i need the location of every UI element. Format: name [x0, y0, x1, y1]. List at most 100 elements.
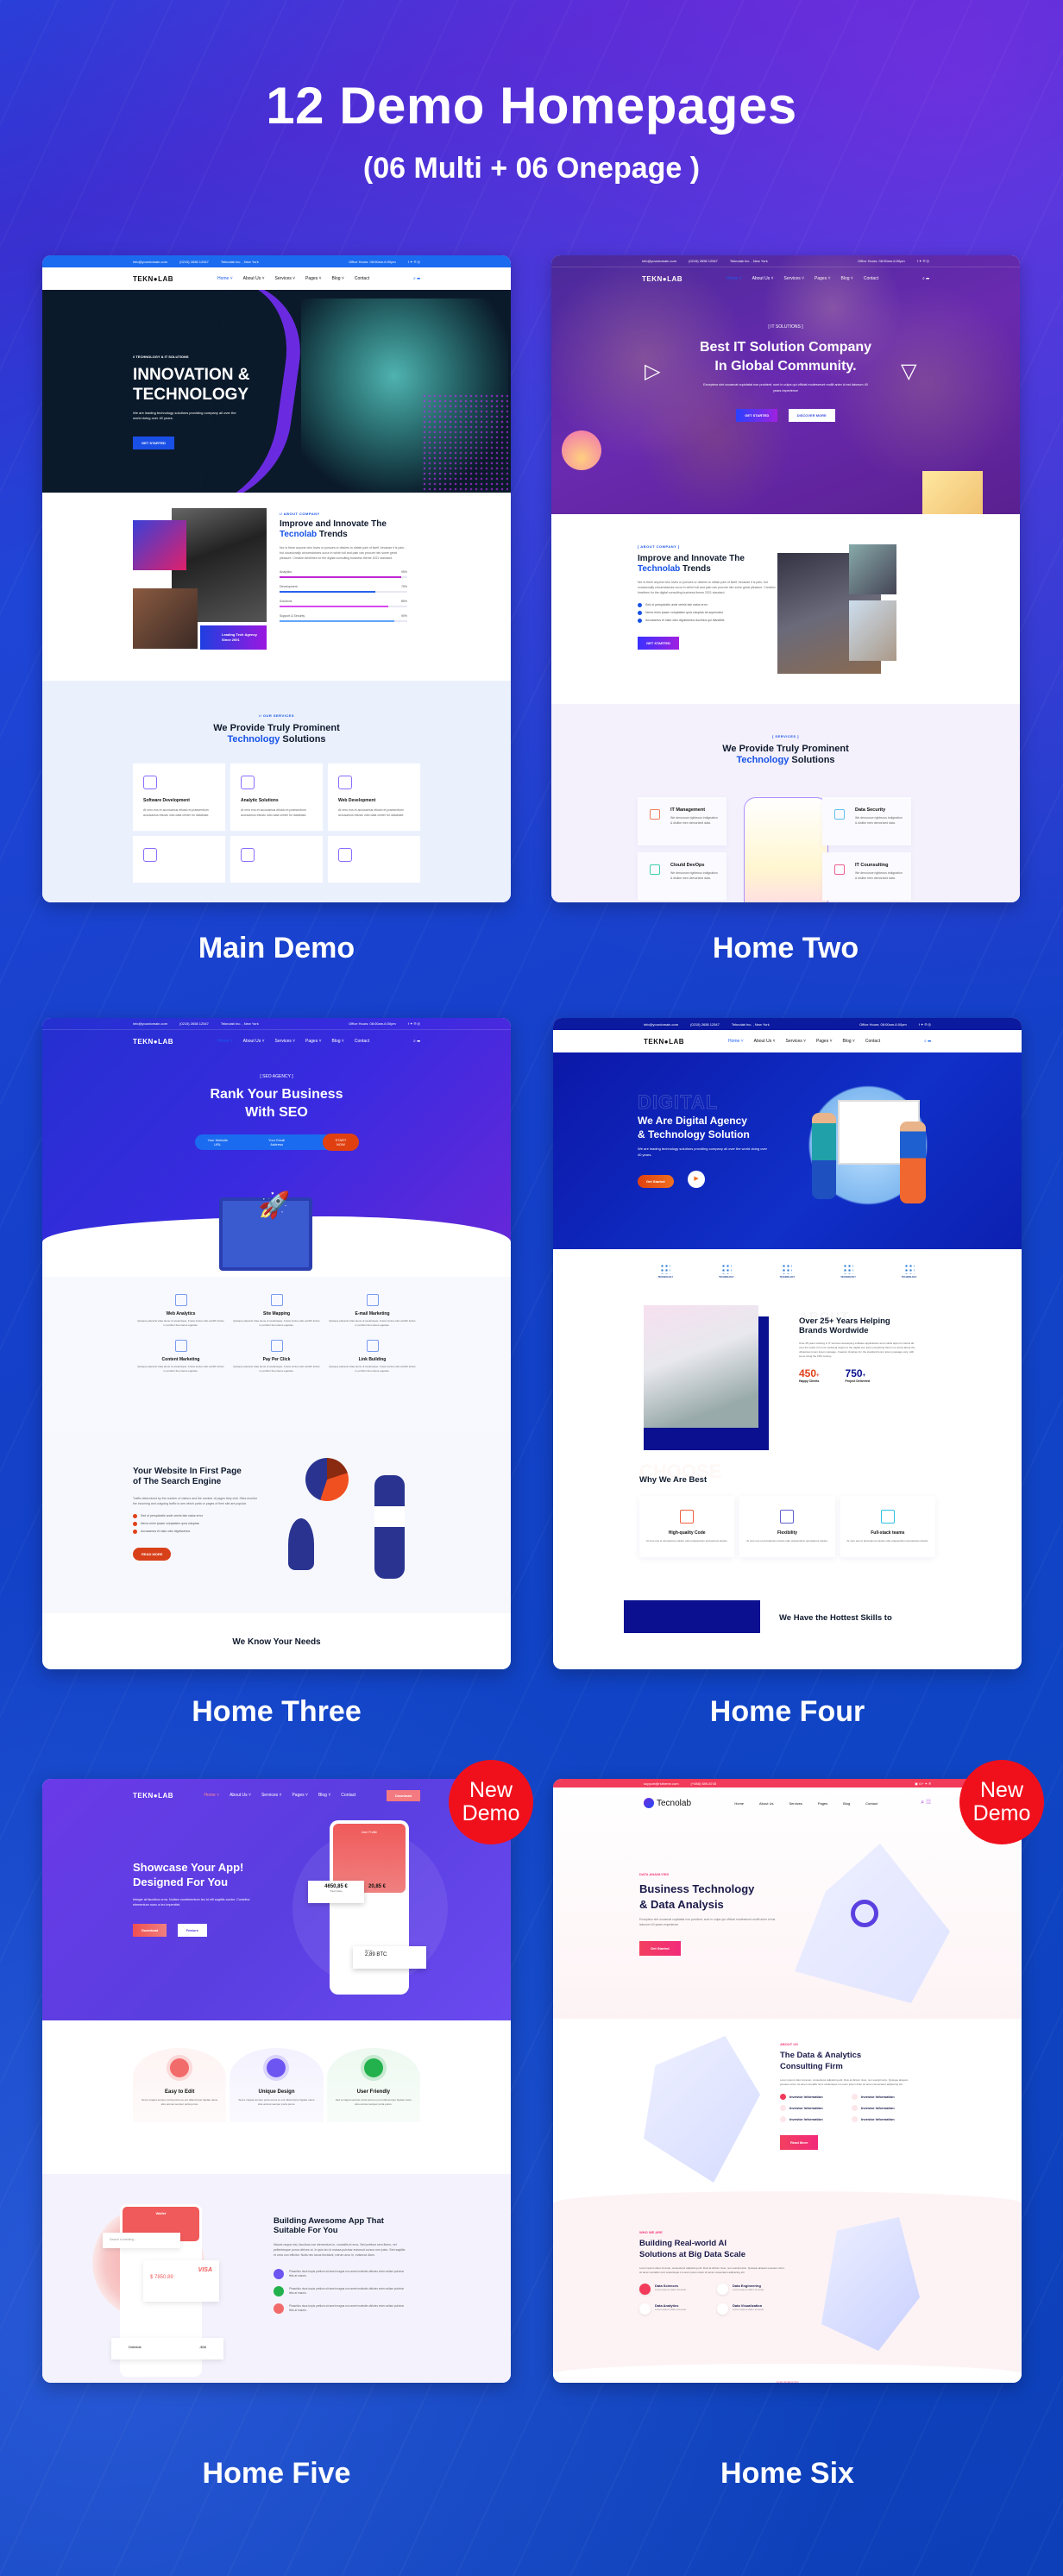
hero-eyebrow: // TECHNOLOGY & IT SOLUTIONS [133, 355, 189, 359]
nav-contact[interactable]: Contact [355, 276, 369, 281]
demo-label-main[interactable]: Main Demo [42, 932, 511, 965]
why-card[interactable]: Flexibility At vero eos et accusamus etiu… [739, 1495, 835, 1558]
check-icon [133, 1521, 137, 1526]
stat-number: 450 [799, 1367, 817, 1380]
service-card[interactable]: Web Development At vero eos et accusamus … [328, 763, 420, 832]
service-card[interactable] [230, 836, 323, 883]
feature-text: Quisque placerat vitae lacus ut sceleris… [329, 1319, 416, 1328]
service-icon [650, 864, 660, 875]
feature-text: Quisque placerat vitae lacus ut sceleris… [233, 1319, 320, 1328]
check-item: Sed ut perspiciatis unde omnis iste natu… [638, 602, 776, 607]
demo-card-home-two[interactable]: info@yourdomain.com(0215) 2658 12547Tekn… [551, 255, 1020, 902]
why-card[interactable]: Full-stack teams At vero eos et accusamus… [840, 1495, 935, 1558]
feature-button[interactable]: Feature [177, 1923, 208, 1937]
feature-text: Quisque placerat vitae lacus ut sceleris… [137, 1319, 224, 1328]
demo-label-home-six[interactable]: Home Six [553, 2457, 1022, 2491]
features-section: Easy to Edit Sed a magna semper porta pur… [42, 2020, 511, 2174]
download-nav-button[interactable]: Download [386, 1789, 420, 1801]
email-input[interactable]: Your Email Address [263, 1138, 290, 1147]
service-card[interactable]: Clould DevOps We denounce righteous indig… [638, 852, 726, 901]
why-icon [880, 1509, 895, 1524]
hero-section: info@yourdomain.com(0215) 2658 12547Tekn… [42, 1018, 511, 1277]
skill-value: 95% [400, 569, 407, 574]
feature-card[interactable]: Easy to Edit Sed a magna semper porta pur… [133, 2048, 227, 2123]
get-started-button[interactable]: GET STARTED [133, 437, 174, 450]
demo-card-home-four[interactable]: info@yourdomain.com (0215) 2658 12547 Tekn… [553, 1018, 1022, 1669]
play-video-button[interactable]: ▶ [688, 1170, 706, 1188]
feature-item[interactable]: Web Analytics Quisque placerat vitae lacu… [137, 1294, 224, 1328]
hero-section: Tecnolab Home About Us Services Pages Blog Co… [553, 1787, 1022, 2019]
nav-blog[interactable]: Blog ˅ [332, 276, 344, 281]
get-started-button[interactable]: Get Started [639, 1941, 681, 1957]
service-card[interactable]: Software Development At vero eos et accus… [133, 763, 225, 832]
nav-home[interactable]: Home ˅ [217, 276, 233, 281]
nav-about[interactable]: About Us ˅ [243, 276, 265, 281]
service-card[interactable]: Data Security We denounce righteous indig… [822, 797, 911, 845]
hero-text: Excepteur sint occaecat cupidatat non pr… [703, 383, 868, 393]
wallet-search-input[interactable]: Search something... [103, 2233, 180, 2248]
demo-card-home-five[interactable]: TEKN●LAB Home ˅ About Us ˅ Services ˅ Pages… [42, 1779, 511, 2383]
stat-suffix: + [816, 1373, 820, 1379]
check-text: Investor Information [789, 2105, 823, 2110]
feature-card[interactable]: User Friendly Sed a magna semper porta pu… [326, 2048, 420, 2123]
feature-item[interactable]: Content Marketing Quisque placerat vitae … [137, 1340, 224, 1373]
start-now-button[interactable]: START NOW [323, 1133, 359, 1151]
search-icon[interactable]: ⌕ ☰ [924, 1039, 931, 1044]
feature-item[interactable]: E-mail Marketing Quisque placerat vitae l… [329, 1294, 416, 1328]
service-card[interactable]: IT Management We denounce righteous indig… [638, 797, 726, 845]
read-more-button[interactable]: READ MORE [133, 1547, 172, 1561]
search-grid-icon[interactable]: ⌕ ⁞⁞⁞ [921, 1800, 931, 1806]
get-started-button[interactable]: Get Started [638, 1175, 674, 1189]
check-item: Investor Information [780, 2093, 846, 2100]
services-section: // OUR SERVICES We Provide Truly Promine… [42, 681, 511, 902]
check-icon [780, 2093, 786, 2100]
check-item: Phasellus risus turpis pretium sit amet … [274, 2303, 407, 2314]
feature-item[interactable]: Link Building Quisque placerat vitae lacu… [329, 1340, 416, 1373]
download-button[interactable]: Download [133, 1923, 167, 1937]
who-desc: Lorem ipsum dolor sit amet [733, 2307, 764, 2311]
who-desc: Lorem ipsum dolor sit amet [655, 2287, 687, 2291]
nav-services[interactable]: Services ˅ [275, 276, 295, 281]
pie-chart-illustration [305, 1458, 349, 1501]
demo-card-main[interactable]: info@yourdomain.com (0215) 2658 12547 Te… [42, 255, 511, 902]
feature-card[interactable]: Unique Design Sed a magna semper porta pu… [230, 2048, 324, 2123]
service-card[interactable] [328, 836, 420, 883]
partner-logo-icon [720, 1263, 732, 1274]
demo-label-home-four[interactable]: Home Four [553, 1695, 1022, 1729]
topbar: info@yourdomain.com(0215) 2658 12547Tekn… [553, 1018, 1022, 1030]
service-card[interactable] [133, 836, 225, 883]
feature-item[interactable]: Site Mapping Quisque placerat vitae lacus… [233, 1294, 320, 1328]
skills-image [624, 1600, 760, 1633]
why-card[interactable]: High-quality Code At vero eos et accusamu… [639, 1495, 735, 1558]
get-started-button[interactable]: GET STARTED [736, 409, 778, 423]
read-more-button[interactable]: Read More [780, 2134, 819, 2150]
demo-card-home-three[interactable]: info@yourdomain.com (0215) 2658 12547 Tekn… [42, 1018, 511, 1669]
who-items: Data Sciences Lorem ipsum dolor sit amet D… [639, 2283, 786, 2315]
who-eyebrow: WHO WE ARE [639, 2230, 663, 2234]
service-card[interactable]: IT Counsulting We denounce righteous indi… [822, 852, 911, 901]
feature-item[interactable]: Pay Per Click Quisque placerat vitae lacu… [233, 1340, 320, 1373]
search-icon[interactable]: ⌕ ☰ [413, 1039, 420, 1044]
get-started-button[interactable]: GET STARTED [638, 636, 679, 650]
discover-more-button[interactable]: DISCOVER MORE [788, 409, 835, 423]
search-icon[interactable]: ⌕ ☰ [413, 276, 420, 281]
nav-pages[interactable]: Pages ˅ [305, 276, 322, 281]
check-item: Investor Information [780, 2104, 846, 2111]
dot-pattern [422, 393, 508, 493]
who-title: Building Real-world AI Solutions at Big D… [639, 2239, 745, 2260]
demo-label-home-five[interactable]: Home Five [42, 2457, 511, 2491]
url-input[interactable]: Your Website URL [205, 1138, 230, 1147]
services-section: OUR SERVICES [553, 2364, 1022, 2383]
about-title: The Data & Analytics Consulting Firm [780, 2051, 862, 2072]
service-card[interactable]: Analytic Solutions At vero eos et accusam… [230, 763, 323, 832]
demo-card-home-six[interactable]: support@rstheme.com (+088) 589-8745 ▣ G+… [553, 1779, 1022, 2383]
why-icon [780, 1509, 795, 1524]
visa-card: $ 7850.89 VISA [143, 2260, 219, 2302]
woman-magnifier-illustration [374, 1475, 405, 1579]
check-text: Phasellus risus turpis pretium sit amet … [289, 2269, 405, 2278]
who-icon [639, 2283, 651, 2295]
check-text: Phasellus risus turpis pretium sit amet … [289, 2286, 405, 2295]
about-text: Nor is there anyone who loves or pursues… [280, 546, 405, 560]
demo-label-home-two[interactable]: Home Two [551, 932, 1020, 965]
demo-label-home-three[interactable]: Home Three [42, 1695, 511, 1729]
